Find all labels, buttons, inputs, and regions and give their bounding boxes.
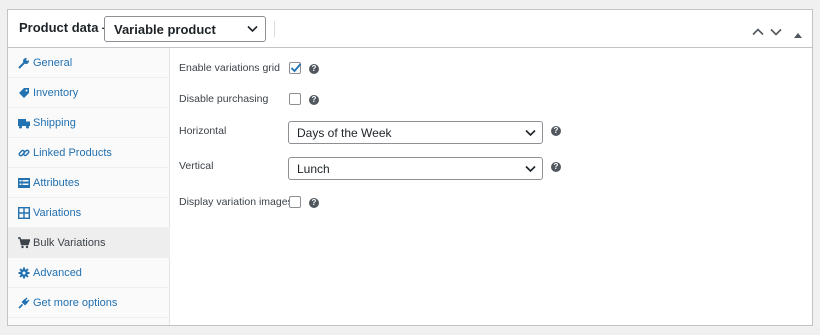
tab-attributes-label: Attributes bbox=[33, 177, 80, 189]
product-data-panel: Product data — Variable product General bbox=[7, 9, 813, 326]
vertical-select[interactable]: Lunch bbox=[288, 157, 543, 180]
enable-variations-grid-checkbox[interactable] bbox=[289, 62, 302, 74]
tab-inventory[interactable]: Inventory bbox=[8, 78, 170, 108]
vertical-select-value: Lunch bbox=[297, 162, 330, 176]
display-variation-images-checkbox[interactable] bbox=[289, 196, 301, 208]
tab-get-more-options[interactable]: Get more options bbox=[8, 288, 170, 318]
move-down-icon[interactable] bbox=[770, 23, 782, 41]
horizontal-select-value: Days of the Week bbox=[297, 126, 392, 140]
enable-variations-grid-label: Enable variations grid bbox=[179, 62, 280, 74]
horizontal-select[interactable]: Days of the Week bbox=[288, 121, 543, 144]
vertical-label: Vertical bbox=[179, 160, 214, 172]
disable-purchasing-label: Disable purchasing bbox=[179, 93, 269, 105]
tab-bulk-variations-label: Bulk Variations bbox=[33, 237, 106, 249]
tab-advanced[interactable]: Advanced bbox=[8, 258, 170, 288]
list-icon bbox=[18, 177, 30, 189]
tab-shipping[interactable]: Shipping bbox=[8, 108, 170, 138]
tab-get-more-options-label: Get more options bbox=[33, 297, 118, 309]
horizontal-label: Horizontal bbox=[179, 125, 227, 137]
product-type-value: Variable product bbox=[114, 22, 216, 37]
tab-variations[interactable]: Variations bbox=[8, 198, 170, 228]
truck-icon bbox=[18, 117, 30, 129]
tab-linked-products-label: Linked Products bbox=[33, 147, 112, 159]
move-up-icon[interactable] bbox=[752, 23, 764, 41]
help-icon[interactable]: ? bbox=[551, 162, 561, 172]
tab-shipping-label: Shipping bbox=[33, 117, 76, 129]
help-icon[interactable]: ? bbox=[551, 126, 561, 136]
wrench-icon bbox=[18, 57, 30, 69]
help-icon[interactable]: ? bbox=[309, 64, 319, 74]
plugin-icon bbox=[18, 297, 30, 309]
header-divider bbox=[274, 21, 275, 37]
chevron-down-icon bbox=[525, 129, 536, 137]
tag-icon bbox=[18, 87, 30, 99]
product-type-select[interactable]: Variable product bbox=[104, 16, 266, 42]
tab-attributes[interactable]: Attributes bbox=[8, 168, 170, 198]
link-icon bbox=[18, 147, 30, 159]
gear-icon bbox=[18, 267, 30, 279]
panel-title: Product data — bbox=[19, 20, 116, 35]
toggle-panel-arrow-icon[interactable] bbox=[794, 25, 802, 43]
help-icon[interactable]: ? bbox=[309, 95, 319, 105]
panel-header: Product data — Variable product bbox=[8, 10, 812, 48]
tab-advanced-label: Advanced bbox=[33, 267, 82, 279]
help-icon[interactable]: ? bbox=[309, 198, 319, 208]
product-data-tabs: General Inventory Shipping Linked Produc… bbox=[8, 48, 170, 325]
tab-bulk-variations[interactable]: Bulk Variations bbox=[8, 228, 170, 258]
tab-variations-label: Variations bbox=[33, 207, 82, 219]
disable-purchasing-checkbox[interactable] bbox=[289, 93, 301, 105]
tab-inventory-label: Inventory bbox=[33, 87, 79, 99]
tab-general-label: General bbox=[33, 57, 73, 69]
tab-linked-products[interactable]: Linked Products bbox=[8, 138, 170, 168]
chevron-down-icon bbox=[525, 165, 536, 173]
grid-icon bbox=[18, 207, 30, 219]
cart-icon bbox=[18, 237, 30, 249]
tab-general[interactable]: General bbox=[8, 48, 170, 78]
chevron-down-icon bbox=[247, 25, 258, 33]
display-variation-images-label: Display variation images bbox=[179, 196, 293, 208]
